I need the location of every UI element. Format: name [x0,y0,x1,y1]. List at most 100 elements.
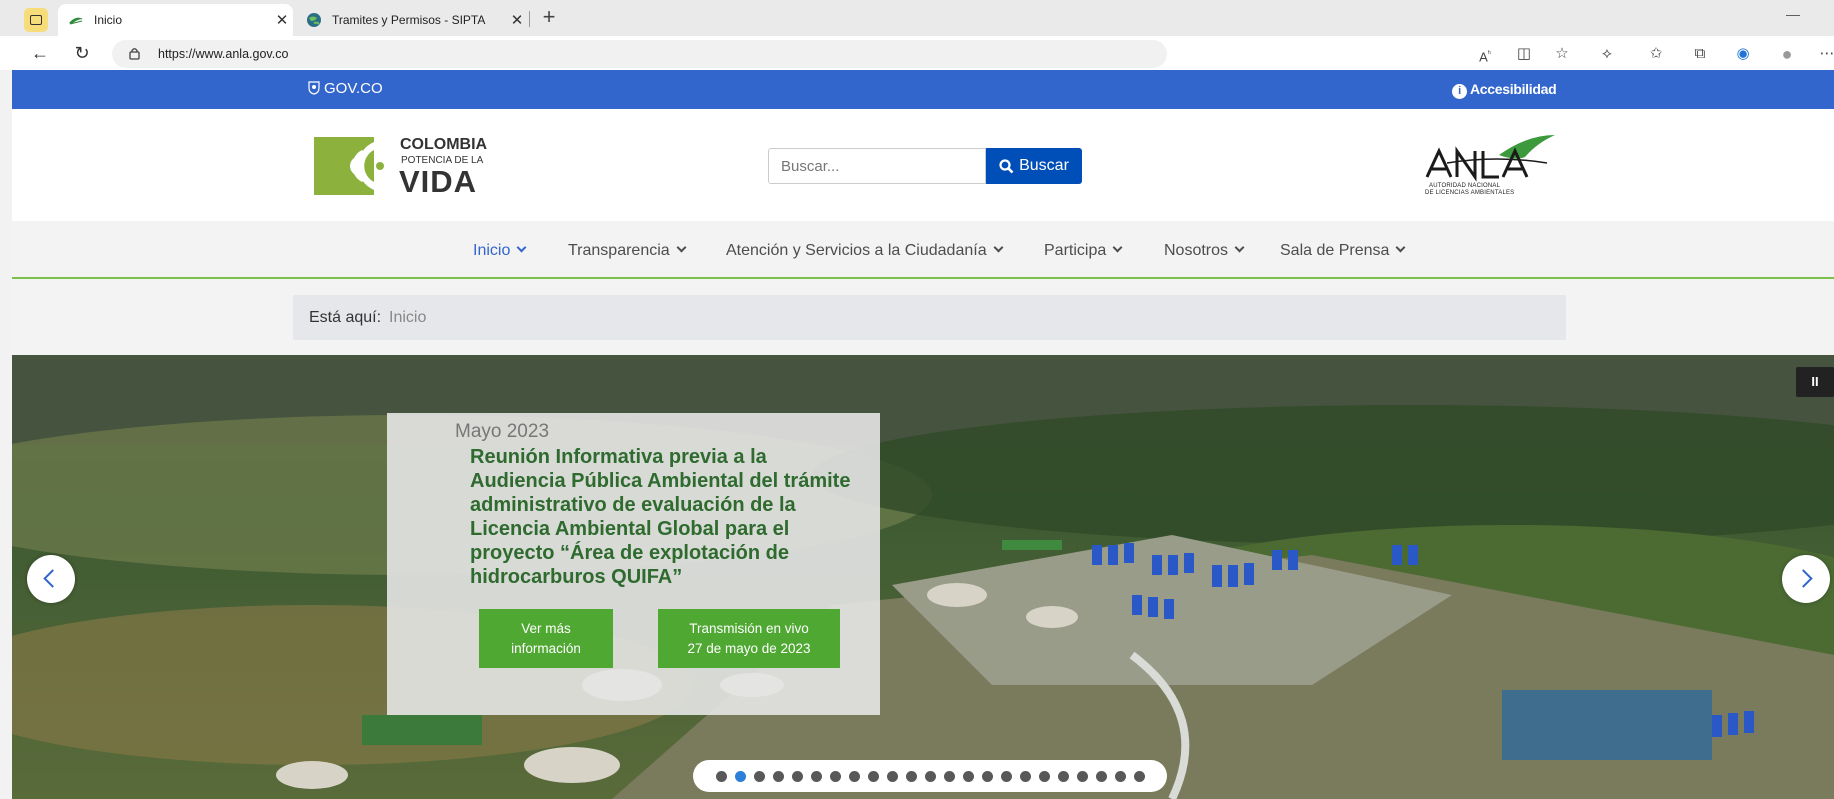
carousel-dot[interactable] [1114,770,1126,782]
chevron-down-icon [1112,242,1123,253]
carousel-dot[interactable] [1019,770,1031,782]
carousel-prev-button[interactable] [27,555,75,603]
close-tab-icon[interactable]: ✕ [506,11,528,29]
refresh-icon[interactable]: ↻ [70,42,94,64]
accessibility-label: Accesibilidad [1470,81,1557,97]
oil-field-aerial-photo [12,355,1834,799]
carousel-dot[interactable] [905,770,917,782]
chevron-left-icon [43,569,62,588]
menu-item-participa[interactable]: Participa [1044,242,1123,260]
carousel-dot[interactable] [1057,770,1069,782]
chevron-down-icon [516,242,527,253]
search-icon [999,158,1014,173]
gov-co-bar: GOV.CO i Accesibilidad [12,70,1834,109]
carousel-dot[interactable] [1133,770,1145,782]
carousel-dot[interactable] [715,770,727,782]
menu-item-sala-de-prensa[interactable]: Sala de Prensa [1280,242,1406,260]
carousel-dot[interactable] [943,770,955,782]
carousel-indicators [693,760,1167,792]
anla-logo-line-2: DE LICENCIAS AMBIENTALES [1425,190,1515,196]
carousel-dot[interactable] [1000,770,1012,782]
carousel-dot[interactable] [848,770,860,782]
page-left-edge [0,70,12,799]
menu-item-atencion[interactable]: Atención y Servicios a la Ciudadanía [726,242,1004,260]
carousel-dot[interactable] [867,770,879,782]
search-button[interactable]: Buscar [986,148,1082,184]
carousel-dot[interactable] [1038,770,1050,782]
tab-sipta[interactable]: Tramites y Permisos - SIPTA ✕ [296,4,528,36]
chevron-down-icon [1395,242,1406,253]
pause-button[interactable]: II [1796,367,1834,397]
menu-item-nosotros[interactable]: Nosotros [1164,242,1245,260]
url-text: https://www.anla.gov.co [158,47,289,61]
minimize-window-button[interactable]: — [1786,6,1800,22]
search-button-label: Buscar [1019,157,1069,174]
new-tab-button[interactable]: + [536,5,562,31]
immersive-reader-icon[interactable]: ◫ [1513,44,1535,64]
carousel-dot[interactable] [772,770,784,782]
menu-label: Inicio [473,242,511,259]
address-bar[interactable]: https://www.anla.gov.co [112,40,1167,68]
carousel-dot[interactable] [753,770,765,782]
transmision-line-2: 27 de mayo de 2023 [687,640,811,656]
carousel-dot[interactable] [734,770,746,782]
menu-label: Transparencia [568,242,670,259]
tab-title: Tramites y Permisos - SIPTA [332,13,486,27]
colombia-logo[interactable]: COLOMBIA POTENCIA DE LA VIDA [314,133,494,199]
read-aloud-icon[interactable]: Aʰ [1474,44,1496,64]
anla-logo-line-1: AUTORIDAD NACIONAL [1429,183,1501,189]
carousel-dot[interactable] [981,770,993,782]
browser-window: Inicio ✕ Tramites y Permisos - SIPTA ✕ +… [0,0,1834,799]
back-arrow-icon[interactable]: ← [28,42,52,64]
tab-divider [529,11,530,27]
profile-avatar-icon[interactable]: ● [1776,44,1798,64]
govco-link[interactable]: GOV.CO [308,80,383,97]
breadcrumb-label: Está aquí: [309,309,382,326]
add-favorite-icon[interactable]: ☆ [1551,44,1573,64]
carousel-dot[interactable] [1095,770,1107,782]
slide-headline: Reunión Informativa previa a la Audienci… [470,446,851,588]
accessibility-link[interactable]: i Accesibilidad [1452,81,1557,99]
ver-mas-line-2: información [511,640,581,656]
menu-item-inicio[interactable]: Inicio [473,242,527,260]
chevron-down-icon [1234,242,1245,253]
address-toolbar: ← ↻ https://www.anla.gov.co Aʰ ◫ ☆ ⟡ ✩ ⧉… [0,36,1834,70]
anla-leaf-logo-icon [1425,135,1555,182]
sidebar-toggle-button[interactable] [24,8,48,32]
slide-date: Mayo 2023 [455,421,550,442]
anla-logo[interactable]: AUTORIDAD NACIONAL DE LICENCIAS AMBIENTA… [1417,133,1567,205]
tab-strip: Inicio ✕ Tramites y Permisos - SIPTA ✕ +… [0,0,1834,36]
extensions-icon[interactable]: ⟡ [1596,44,1618,64]
logo-line-3: VIDA [399,164,478,199]
search-input[interactable] [768,148,986,184]
tab-inicio[interactable]: Inicio ✕ [58,4,293,36]
carousel-dot[interactable] [924,770,936,782]
carousel-dot[interactable] [1076,770,1088,782]
menu-label: Nosotros [1164,242,1229,259]
govco-label: GOV.CO [324,80,383,97]
transmision-button[interactable]: Transmisión en vivo 27 de mayo de 2023 [658,609,840,668]
carousel-dot[interactable] [962,770,974,782]
breadcrumb-band: Está aquí: Inicio [12,279,1834,355]
lock-icon [129,48,140,60]
carousel-dot[interactable] [791,770,803,782]
carousel-dot[interactable] [829,770,841,782]
menu-label: Sala de Prensa [1280,242,1390,259]
collections-icon[interactable]: ⧉ [1689,44,1711,64]
colombia-leaf-icon [314,137,384,195]
close-tab-icon[interactable]: ✕ [271,11,293,29]
ver-mas-button[interactable]: Ver más información [479,609,613,668]
chevron-down-icon [993,242,1004,253]
menu-item-transparencia[interactable]: Transparencia [568,242,687,260]
carousel-dot[interactable] [810,770,822,782]
more-options-icon[interactable]: ⋯ [1816,44,1834,64]
favorites-icon[interactable]: ✩ [1645,44,1667,64]
menu-label: Participa [1044,242,1107,259]
carousel-next-button[interactable] [1782,555,1830,603]
breadcrumb: Está aquí: Inicio [293,295,1566,340]
globe-favicon-icon [307,13,321,27]
edge-icon[interactable]: ◉ [1732,44,1754,64]
sidebar-icon [30,15,42,25]
chevron-right-icon [1794,569,1813,588]
carousel-dot[interactable] [886,770,898,782]
